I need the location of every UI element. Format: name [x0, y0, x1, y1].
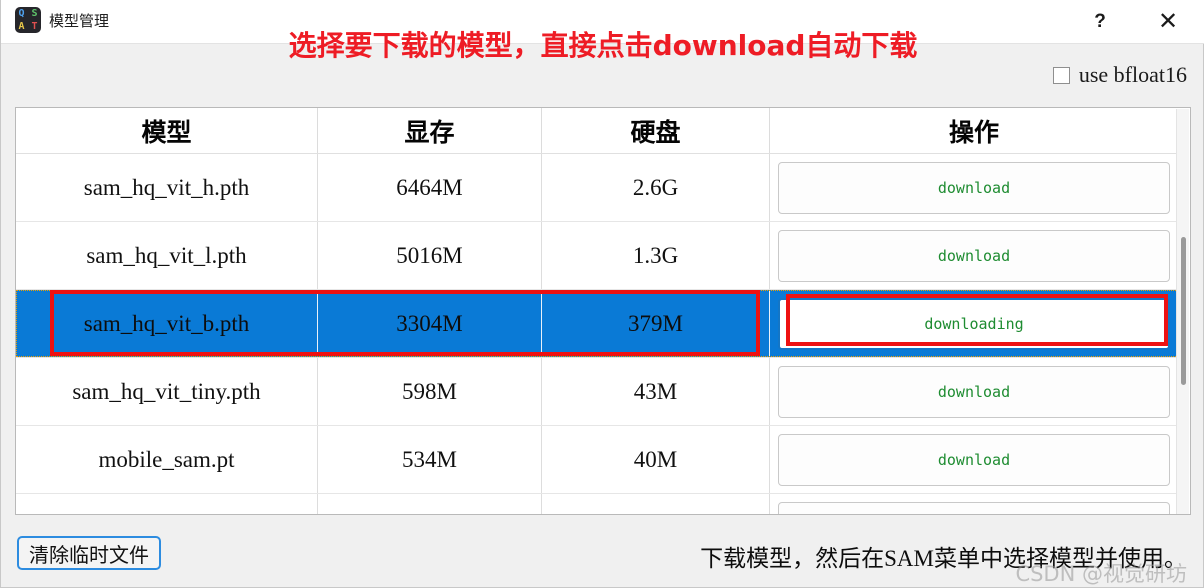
table-row-selected[interactable]: sam_hq_vit_b.pth 3304M 379M downloading — [16, 290, 1178, 358]
download-button[interactable]: download — [778, 365, 1170, 418]
model-manager-window: Q S A T 模型管理 ? ✕ 选择要下载的模型，直接点击download自动… — [0, 0, 1204, 588]
table-row[interactable]: mobile_sam.pt 534M 40M download — [16, 426, 1178, 494]
cell-disk: 40M — [542, 426, 770, 493]
cell-vram: 6464M — [318, 154, 542, 221]
cell-disk: 2.6G — [542, 154, 770, 221]
cell-vram: 598M — [318, 358, 542, 425]
app-icon-letter-q: Q — [18, 8, 25, 19]
table-row-partial[interactable] — [16, 494, 1178, 514]
cell-model: sam_hq_vit_h.pth — [16, 154, 318, 221]
column-header-disk: 硬盘 — [542, 108, 770, 153]
download-button[interactable]: download — [778, 161, 1170, 214]
downloading-button[interactable]: downloading — [778, 297, 1170, 350]
bfloat16-option-row[interactable]: use bfloat16 — [1052, 62, 1187, 88]
model-table: 模型 显存 硬盘 操作 sam_hq_vit_h.pth 6464M 2.6G … — [16, 108, 1178, 514]
watermark: CSDN @视觉研坊 — [1015, 562, 1187, 586]
cell-disk — [542, 494, 770, 514]
cell-action: download — [770, 426, 1178, 493]
download-button[interactable] — [778, 501, 1170, 514]
cell-disk: 1.3G — [542, 222, 770, 289]
cell-model — [16, 494, 318, 514]
table-header-row: 模型 显存 硬盘 操作 — [16, 108, 1178, 154]
download-button[interactable]: download — [778, 433, 1170, 486]
vertical-scrollbar[interactable] — [1176, 109, 1189, 514]
table-row[interactable]: sam_hq_vit_h.pth 6464M 2.6G download — [16, 154, 1178, 222]
cell-action: download — [770, 222, 1178, 289]
bfloat16-label: use bfloat16 — [1078, 62, 1187, 87]
model-table-panel: 模型 显存 硬盘 操作 sam_hq_vit_h.pth 6464M 2.6G … — [15, 107, 1191, 515]
table-row[interactable]: sam_hq_vit_l.pth 5016M 1.3G download — [16, 222, 1178, 290]
table-row[interactable]: sam_hq_vit_tiny.pth 598M 43M download — [16, 358, 1178, 426]
bfloat16-checkbox[interactable] — [1052, 66, 1070, 84]
column-header-vram: 显存 — [318, 108, 542, 153]
cell-vram: 3304M — [318, 290, 542, 357]
column-header-model: 模型 — [16, 108, 318, 153]
cell-action: download — [770, 154, 1178, 221]
cell-model: mobile_sam.pt — [16, 426, 318, 493]
cell-model: sam_hq_vit_b.pth — [16, 290, 318, 357]
cell-model: sam_hq_vit_l.pth — [16, 222, 318, 289]
cell-vram: 5016M — [318, 222, 542, 289]
cell-model: sam_hq_vit_tiny.pth — [16, 358, 318, 425]
cell-vram — [318, 494, 542, 514]
cell-action: download — [770, 358, 1178, 425]
scrollbar-thumb[interactable] — [1181, 237, 1186, 385]
cell-disk: 379M — [542, 290, 770, 357]
clear-temp-files-button[interactable]: 清除临时文件 — [17, 536, 161, 570]
download-button[interactable]: download — [778, 229, 1170, 282]
cell-action — [770, 494, 1178, 514]
page-title: 选择要下载的模型，直接点击download自动下载 — [288, 29, 918, 62]
app-icon-letter-s: S — [31, 8, 38, 19]
column-header-action: 操作 — [948, 117, 999, 147]
cell-action: downloading — [770, 290, 1178, 357]
cell-vram: 534M — [318, 426, 542, 493]
cell-disk: 43M — [542, 358, 770, 425]
